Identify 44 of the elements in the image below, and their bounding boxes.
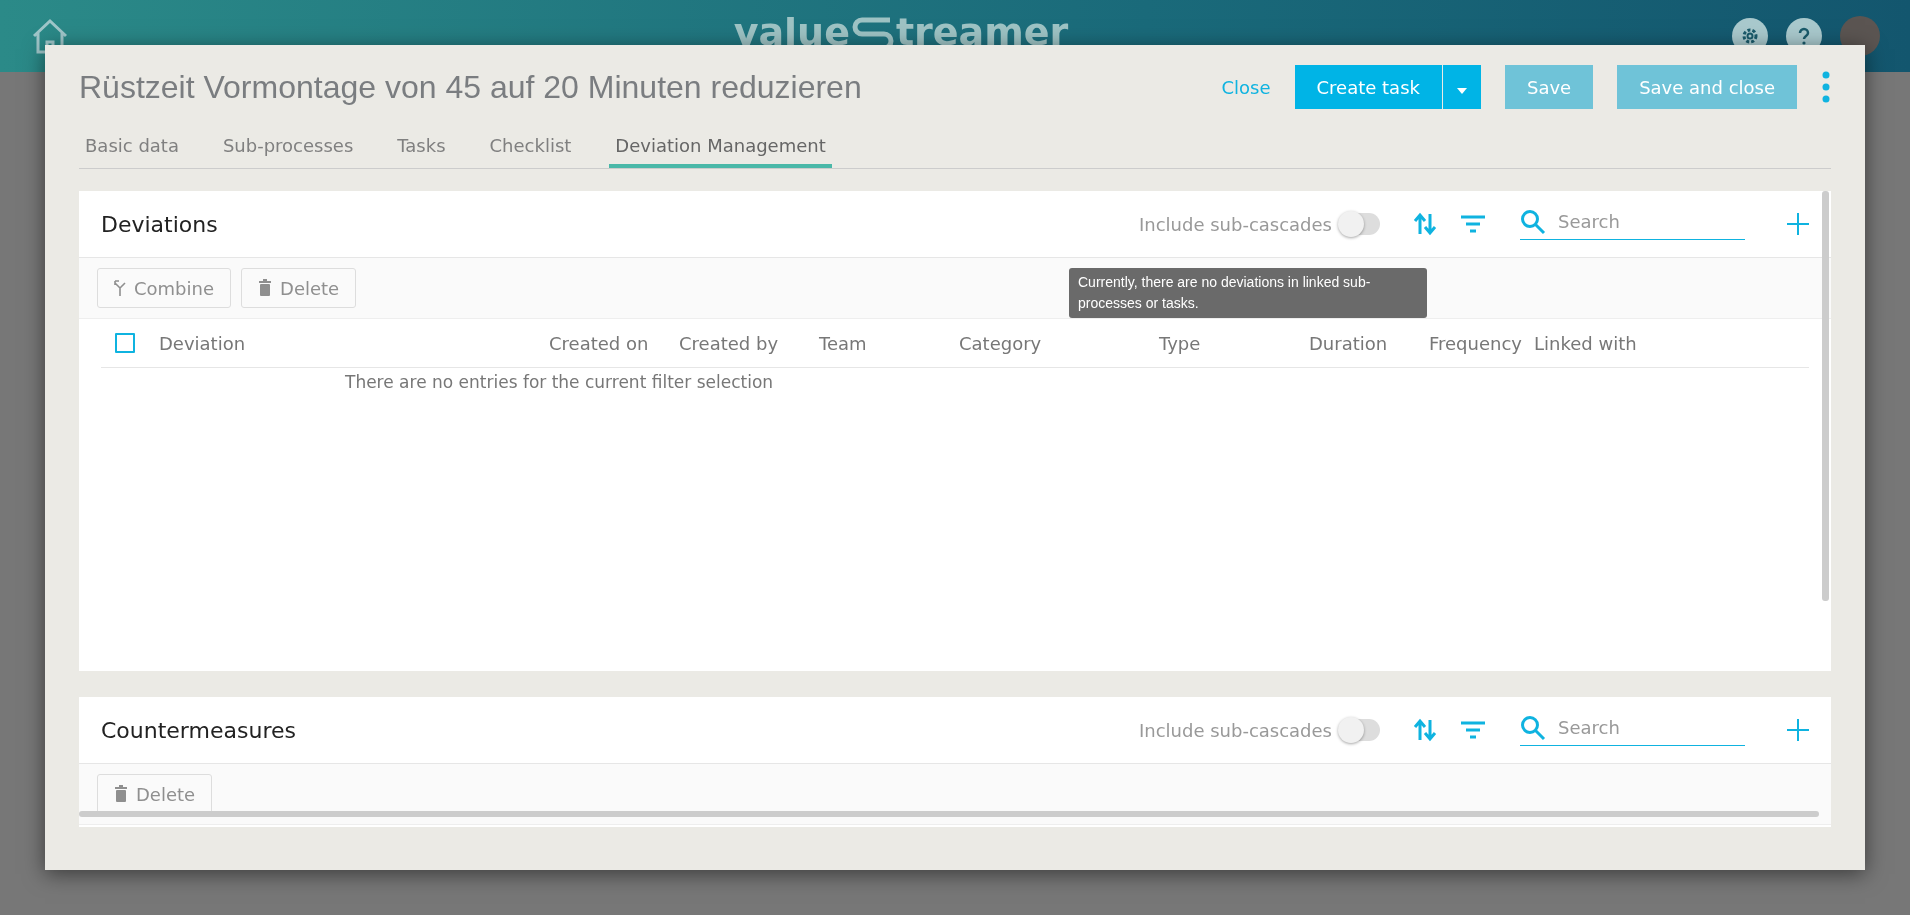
create-task-button[interactable]: Create task [1294, 65, 1442, 109]
checkbox[interactable] [115, 333, 135, 353]
tab[interactable]: Tasks [391, 131, 452, 168]
tab[interactable]: Deviation Management [609, 131, 832, 168]
column-header[interactable]: Category [959, 332, 1159, 354]
add-icon[interactable] [1787, 719, 1809, 741]
column-header[interactable]: Created by [679, 332, 819, 354]
column-header[interactable]: Linked with [1534, 332, 1654, 354]
column-header[interactable]: Deviation [159, 332, 549, 354]
toggle-label: Include sub-cascades [1138, 719, 1332, 741]
trash-icon [114, 785, 128, 803]
search-icon [1520, 714, 1546, 741]
filter-icon[interactable] [1460, 214, 1486, 234]
dialog-title: Rüstzeit Vormontage von 45 auf 20 Minuten reduzieren [79, 68, 862, 106]
column-header[interactable]: Created on [549, 332, 679, 354]
section-title: Deviations [101, 211, 218, 237]
column-header[interactable]: Team [819, 332, 959, 354]
column-header[interactable]: Frequency [1429, 332, 1534, 354]
logo-text: value [733, 10, 850, 54]
search-icon [1520, 208, 1546, 235]
column-header[interactable]: Duration [1309, 332, 1429, 354]
scrollbar[interactable] [79, 811, 1819, 817]
more-icon[interactable] [1821, 71, 1831, 103]
caret-icon [1456, 87, 1467, 94]
tooltip: Currently, there are no deviations in linked sub-processes or tasks. [1069, 268, 1427, 318]
tab[interactable]: Checklist [483, 131, 578, 168]
sort-icon[interactable] [1412, 212, 1438, 236]
tab[interactable]: Basic data [79, 131, 185, 168]
merge-icon [114, 280, 126, 296]
add-icon[interactable] [1787, 213, 1809, 235]
empty-message: There are no entries for the current filter selection [344, 371, 775, 392]
sort-icon[interactable] [1412, 718, 1438, 742]
tab[interactable]: Sub-processes [216, 131, 360, 168]
trash-icon [258, 279, 273, 297]
close-link[interactable]: Close [1221, 76, 1271, 98]
section-title: Countermeasures [101, 717, 296, 743]
toggle-switch[interactable] [1340, 719, 1380, 741]
toggle-label: Include sub-cascades [1138, 213, 1332, 235]
column-header[interactable]: Type [1159, 332, 1309, 354]
toggle-switch[interactable] [1340, 213, 1380, 235]
logo-text: treamer [895, 10, 1069, 54]
scrollbar[interactable] [1822, 191, 1829, 601]
dropdown-button[interactable] [1442, 65, 1481, 109]
filter-icon[interactable] [1460, 720, 1486, 740]
